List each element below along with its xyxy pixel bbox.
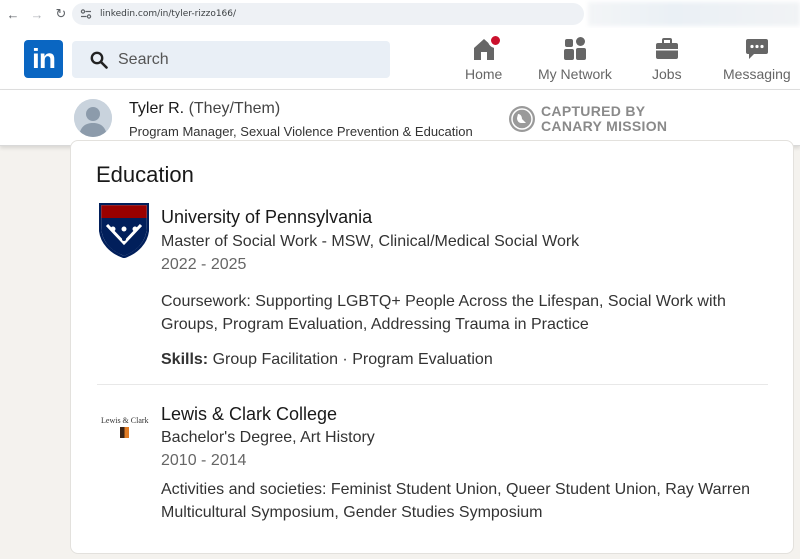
nav-home[interactable]: Home <box>465 33 503 86</box>
notification-badge <box>487 33 503 48</box>
nav-messaging[interactable]: Messaging <box>723 36 791 86</box>
browser-toolbar: ← → ↻ linkedin.com/in/tyler-rizzo166/ <box>0 0 800 28</box>
logo-text: in <box>32 43 56 74</box>
degree-lewis-clark: Bachelor's Degree, Art History <box>161 429 375 446</box>
description-upenn: Coursework: Supporting LGBTQ+ People Acr… <box>161 293 726 333</box>
site-info-icon[interactable] <box>80 8 92 20</box>
url-text: linkedin.com/in/tyler-rizzo166/ <box>100 9 237 19</box>
section-title: Education <box>96 162 194 187</box>
nav-my-network[interactable]: My Network <box>538 36 612 86</box>
years-upenn: 2022 - 2025 <box>161 256 247 273</box>
nav-home-label: Home <box>465 66 503 82</box>
degree-upenn: Master of Social Work - MSW, Clinical/Me… <box>161 233 580 250</box>
search-icon <box>90 51 108 69</box>
avatar[interactable] <box>74 99 112 137</box>
home-icon <box>471 33 503 62</box>
school-name-upenn[interactable]: University of Pennsylvania <box>161 207 372 228</box>
profile-pronouns: (They/Them) <box>188 100 281 117</box>
linkedin-global-nav: in Home My Network <box>0 28 800 90</box>
nav-jobs-label: Jobs <box>652 66 682 82</box>
linkedin-logo[interactable]: in <box>24 40 63 78</box>
captured-line-1: CAPTURED BY <box>541 103 646 119</box>
chat-bubble-icon <box>744 36 770 62</box>
reload-icon[interactable]: ↻ <box>50 3 72 25</box>
nav-messaging-label: Messaging <box>723 66 791 82</box>
profile-sticky-header: Tyler R. (They/Them) Program Manager, Se… <box>0 90 800 146</box>
skills-upenn: Skills: Group Facilitation · Program Eva… <box>161 351 493 369</box>
canary-bird-icon <box>509 106 535 132</box>
nav-jobs[interactable]: Jobs <box>652 36 682 86</box>
search-box[interactable] <box>72 41 390 78</box>
profile-name-text: Tyler R. <box>129 100 185 117</box>
school-name-lewis-clark[interactable]: Lewis & Clark College <box>161 404 337 425</box>
search-input[interactable] <box>118 50 358 69</box>
lewis-clark-logo[interactable]: Lewis & Clark <box>99 412 149 444</box>
skills-list: Group Facilitation · Program Evaluation <box>212 351 493 368</box>
entry-divider <box>97 384 768 385</box>
address-bar[interactable]: linkedin.com/in/tyler-rizzo166/ <box>72 3 584 25</box>
penn-shield-logo[interactable] <box>98 202 150 259</box>
people-icon <box>562 36 588 62</box>
captured-line-2: CANARY MISSION <box>541 118 668 134</box>
briefcase-icon <box>654 36 680 62</box>
forward-arrow-icon[interactable]: → <box>26 3 48 25</box>
years-lewis-clark: 2010 - 2014 <box>161 452 247 469</box>
profile-headline: Program Manager, Sexual Violence Prevent… <box>129 124 473 139</box>
back-arrow-icon[interactable]: ← <box>2 3 24 25</box>
nav-my-network-label: My Network <box>538 66 612 82</box>
blurred-extensions-area <box>588 2 800 26</box>
description-lewis-clark: Activities and societies: Feminist Stude… <box>161 481 751 521</box>
profile-name: Tyler R. (They/Them) <box>129 100 280 118</box>
skills-label: Skills: <box>161 351 209 368</box>
captured-watermark: CAPTURED BY CANARY MISSION <box>509 104 667 134</box>
